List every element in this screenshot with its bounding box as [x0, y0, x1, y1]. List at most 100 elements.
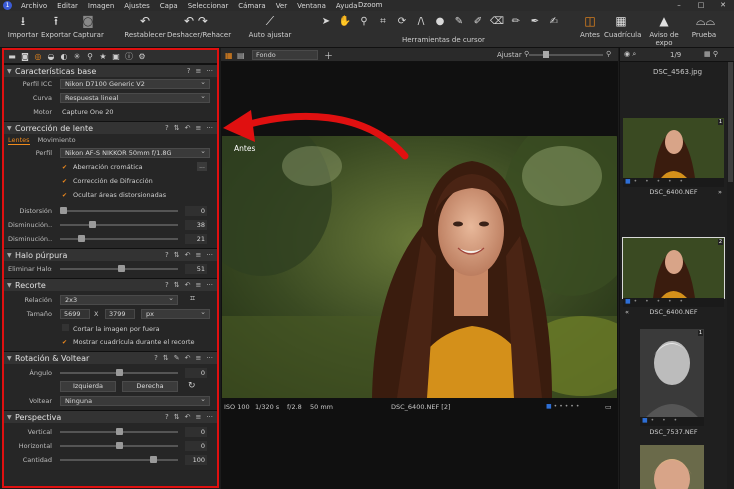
collapse-stack-icon[interactable]: «: [625, 308, 629, 317]
reset-icon[interactable]: ↶: [185, 281, 191, 289]
exposure-warning-button[interactable]: ▲ Aviso de expo: [640, 14, 688, 47]
spot-cursor-icon[interactable]: ●: [432, 15, 448, 28]
amount-value[interactable]: 100: [185, 455, 207, 465]
browser-options-icon[interactable]: ▦ ⚲: [704, 50, 718, 58]
thumbnail-2[interactable]: 2: [622, 237, 725, 299]
local-tab-icon[interactable]: ⚲: [85, 51, 95, 63]
menu-camara[interactable]: Cámara: [233, 2, 270, 10]
curve-select[interactable]: Respuesta lineal: [60, 92, 210, 103]
more-icon[interactable]: ···: [206, 281, 213, 289]
multi-view-icon[interactable]: ▤: [237, 51, 245, 60]
annotate-cursor-icon[interactable]: ✍: [546, 15, 562, 28]
thumbnail-1-tags[interactable]: ■• • • • •: [623, 178, 724, 187]
crop-icon[interactable]: ⌗: [190, 294, 195, 304]
copy-icon[interactable]: ⇅: [174, 413, 180, 421]
reset-icon[interactable]: ↶: [185, 354, 191, 362]
picker-cursor-icon[interactable]: ✒: [527, 15, 543, 28]
proof-button[interactable]: ⌓⌓ Prueba: [690, 14, 718, 39]
falloff2-slider[interactable]: [60, 235, 178, 242]
tab-movimiento[interactable]: Movimiento: [38, 136, 76, 144]
defringe-slider[interactable]: [60, 265, 178, 272]
distortion-slider[interactable]: [60, 207, 178, 214]
eraser-cursor-icon[interactable]: ⌫: [489, 15, 505, 28]
flip-select[interactable]: Ninguna: [60, 395, 210, 406]
tab-lentes[interactable]: Lentes: [8, 136, 30, 145]
falloff1-slider[interactable]: [60, 221, 178, 228]
menu-icon[interactable]: ≡: [195, 281, 201, 289]
thumbnail-2-tags[interactable]: ■• • • • •: [623, 298, 724, 307]
vertical-slider[interactable]: [60, 428, 178, 435]
grid-button[interactable]: ▦ Cuadrícula: [604, 14, 641, 39]
minimize-button[interactable]: –: [668, 0, 690, 11]
slider-handle[interactable]: [89, 221, 96, 228]
hide-distorted-checkbox[interactable]: ✔ Ocultar áreas distorsionadas: [62, 191, 166, 199]
copy-icon[interactable]: ⇅: [174, 124, 180, 132]
section-crop[interactable]: ▼ Recorte ? ⇅ ↶ ≡ ···: [4, 278, 217, 291]
menu-icon[interactable]: ≡: [195, 124, 201, 132]
menu-icon[interactable]: ≡: [195, 67, 201, 75]
adjust-tab-icon[interactable]: ★: [98, 51, 108, 63]
close-button[interactable]: ✕: [712, 0, 734, 11]
thumbnail-4[interactable]: [640, 445, 704, 489]
export-button[interactable]: ⭱ Exportar: [40, 14, 72, 39]
expand-stack-icon[interactable]: »: [718, 188, 722, 197]
slider-handle[interactable]: [116, 369, 123, 376]
portrait-photo[interactable]: [222, 136, 617, 398]
slider-handle[interactable]: [60, 207, 67, 214]
lens-profile-select[interactable]: Nikon AF-S NIKKOR 50mm f/1.8G: [60, 147, 210, 158]
zoom-cursor-icon[interactable]: ⚲: [356, 15, 372, 28]
crop-width-input[interactable]: 5699: [60, 309, 90, 319]
amount-slider[interactable]: [60, 456, 178, 463]
menu-ver[interactable]: Ver: [271, 2, 292, 10]
menu-ventana[interactable]: Ventana: [292, 2, 331, 10]
fit-label[interactable]: Ajustar: [497, 51, 522, 59]
menu-icon[interactable]: ≡: [195, 354, 201, 362]
copy-icon[interactable]: ⇅: [174, 251, 180, 259]
slider-handle[interactable]: [116, 442, 123, 449]
reset-icon[interactable]: ↶: [185, 413, 191, 421]
menu-archivo[interactable]: Archivo: [16, 2, 52, 10]
color-tab-icon[interactable]: ◒: [46, 51, 56, 63]
crop-cursor-icon[interactable]: ⌗: [375, 15, 391, 28]
copy-icon[interactable]: ⇅: [174, 281, 180, 289]
chromatic-aberration-checkbox[interactable]: ✔ Aberración cromática: [62, 163, 143, 171]
scrollbar-thumb[interactable]: [728, 62, 733, 182]
menu-icon[interactable]: ≡: [195, 413, 201, 421]
slider-handle[interactable]: [118, 265, 125, 272]
add-icon[interactable]: ＋: [324, 49, 333, 62]
reset-icon[interactable]: ↶: [185, 251, 191, 259]
horizontal-slider[interactable]: [60, 442, 178, 449]
pan-cursor-icon[interactable]: ✋: [337, 15, 353, 28]
reset-button[interactable]: ↶ Restablecer: [124, 14, 166, 39]
color-tag-dots[interactable]: ■•••••: [546, 403, 581, 410]
metadata-tab-icon[interactable]: ▣: [111, 51, 121, 63]
crop-outside-checkbox[interactable]: Cortar la imagen por fuera: [62, 324, 160, 333]
crop-grid-checkbox[interactable]: ✔ Mostrar cuadrícula durante el recorte: [62, 338, 195, 346]
auto-adjust-button[interactable]: ⟋ Auto ajustar: [248, 14, 292, 39]
defringe-value[interactable]: 51: [185, 264, 207, 274]
more-icon[interactable]: ···: [206, 251, 213, 259]
library-tab-icon[interactable]: ▬: [7, 51, 17, 63]
angle-slider[interactable]: [60, 369, 178, 376]
slider-handle[interactable]: [543, 51, 549, 58]
help-icon[interactable]: ?: [187, 67, 191, 75]
exposure-tab-icon[interactable]: ◐: [59, 51, 69, 63]
crop-height-input[interactable]: 3799: [105, 309, 135, 319]
rotate-icon[interactable]: ↻: [188, 381, 196, 391]
falloff2-value[interactable]: 21: [185, 234, 207, 244]
select-cursor-icon[interactable]: ➤: [318, 15, 334, 28]
help-icon[interactable]: ?: [165, 251, 169, 259]
ratio-select[interactable]: 2x3: [60, 294, 178, 305]
help-icon[interactable]: ?: [165, 124, 169, 132]
section-lens-correction[interactable]: ▼ Corrección de lente ? ⇅ ↶ ≡ ···: [4, 121, 217, 134]
menu-ajustes[interactable]: Ajustes: [119, 2, 155, 10]
more-icon[interactable]: ···: [206, 413, 213, 421]
eye-icon[interactable]: ◉ ⌕: [624, 50, 636, 59]
pick-cursor-icon[interactable]: ✎: [451, 15, 467, 28]
single-view-icon[interactable]: ▦: [225, 51, 233, 60]
unit-select[interactable]: px: [141, 308, 210, 319]
slider-handle[interactable]: [116, 428, 123, 435]
thumbnail-3[interactable]: 1: [640, 329, 704, 417]
help-icon[interactable]: ?: [165, 281, 169, 289]
undo-redo-button[interactable]: ↶ ↷ Deshacer/Rehacer: [167, 14, 231, 39]
